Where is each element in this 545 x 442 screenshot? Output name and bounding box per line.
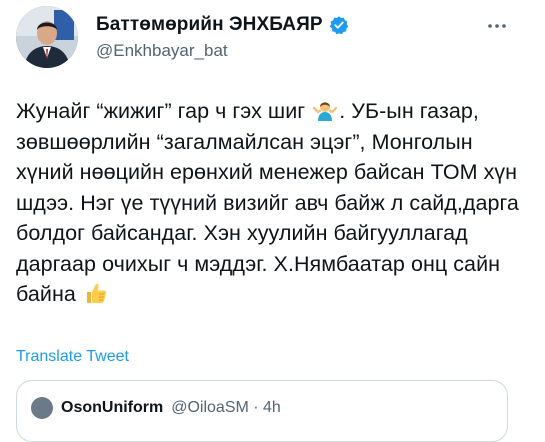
- quoted-tweet-card[interactable]: OsonUniform @OiloaSM · 4h: [16, 380, 508, 442]
- tweet-card: Баттөмөрийн ЭНХБАЯР @Enkhbayar_bat Жунай…: [0, 0, 545, 442]
- person-shrugging-emoji-icon: [312, 98, 338, 122]
- quoted-tweet-header: OsonUniform @OiloaSM · 4h: [31, 397, 281, 419]
- tweet-text-part-2: . УБ-ын газар, зөвшөөрлийн “загалмайлсан…: [16, 99, 519, 306]
- translate-tweet-link[interactable]: Translate Tweet: [16, 348, 129, 366]
- more-options-icon[interactable]: [485, 14, 509, 38]
- verified-badge-icon: [329, 15, 349, 35]
- quoted-author-avatar: [31, 397, 53, 419]
- thumbs-up-emoji-icon: [84, 281, 108, 305]
- author-name-row: Баттөмөрийн ЭНХБАЯР: [96, 12, 349, 38]
- author-handle[interactable]: @Enkhbayar_bat: [96, 41, 228, 61]
- tweet-text: Жунайг “жижиг” гар ч гэх шиг . УБ-ын газ…: [16, 96, 531, 310]
- author-display-name[interactable]: Баттөмөрийн ЭНХБАЯР: [96, 14, 323, 36]
- tweet-text-part-1: Жунайг “жижиг” гар ч гэх шиг: [16, 99, 312, 123]
- quoted-author-handle-time: @OiloaSM · 4h: [171, 399, 281, 416]
- author-avatar[interactable]: [16, 6, 78, 68]
- quoted-author-name: OsonUniform: [61, 399, 164, 416]
